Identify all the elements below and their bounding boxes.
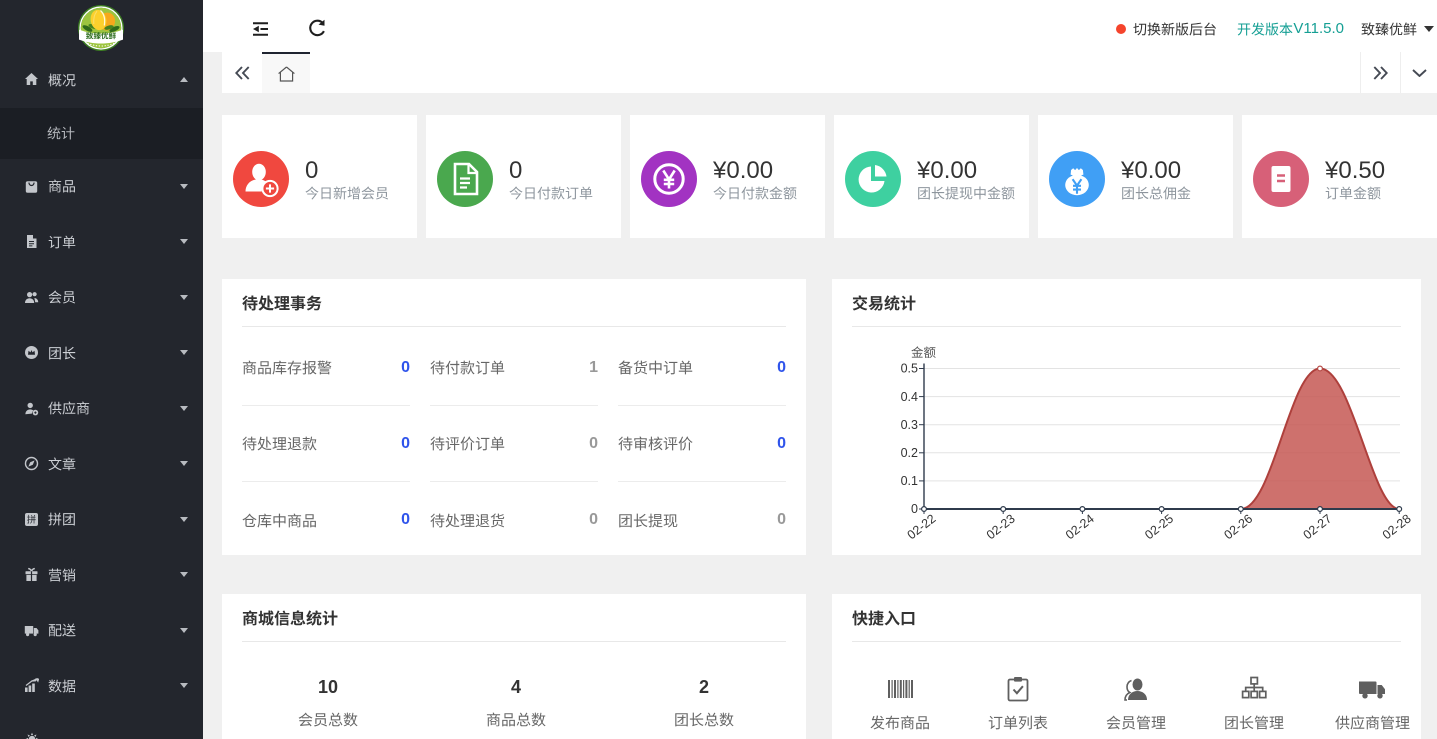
svg-text:02-27: 02-27 [1301, 511, 1335, 542]
svg-text:02-25: 02-25 [1142, 511, 1176, 542]
svg-text:02-22: 02-22 [905, 511, 939, 542]
svg-text:0.4: 0.4 [901, 390, 918, 404]
svg-text:0.1: 0.1 [901, 474, 918, 488]
svg-text:02-28: 02-28 [1380, 511, 1414, 542]
svg-text:02-26: 02-26 [1221, 511, 1255, 542]
svg-text:0: 0 [911, 502, 918, 516]
svg-text:02-24: 02-24 [1063, 511, 1097, 542]
svg-text:0.5: 0.5 [901, 362, 918, 376]
svg-text:0.3: 0.3 [901, 418, 918, 432]
svg-text:02-23: 02-23 [984, 511, 1018, 542]
svg-text:0.2: 0.2 [901, 446, 918, 460]
